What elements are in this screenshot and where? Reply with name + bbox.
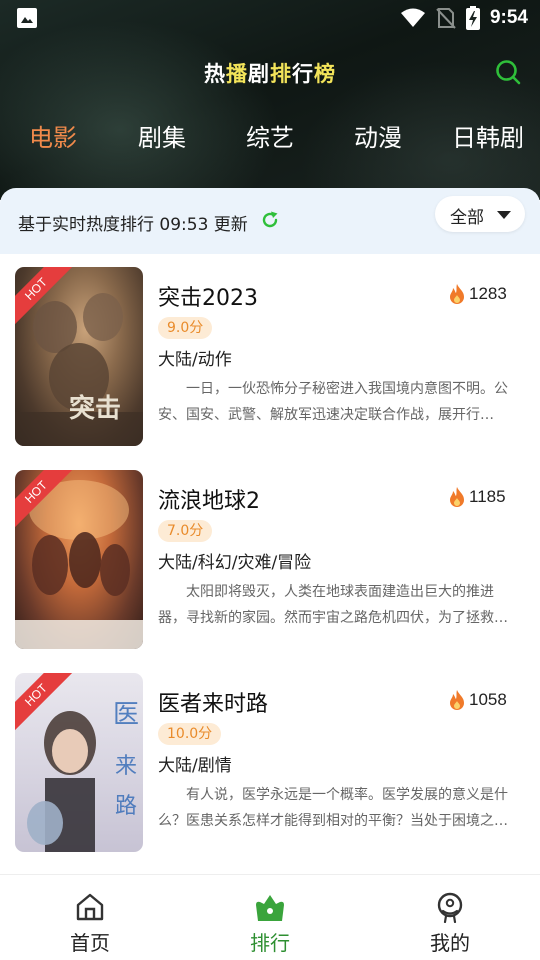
- movie-description: 太阳即将毁灭，人类在地球表面建造出巨大的推进器，寻找新的家园。然而宇宙之路危机四…: [158, 584, 508, 626]
- wifi-icon: [400, 8, 425, 27]
- search-icon[interactable]: [494, 58, 522, 86]
- no-sim-icon: [436, 8, 456, 29]
- bottom-navigation: 首页 排行 我的: [0, 874, 540, 960]
- heat-indicator: 1283: [448, 282, 507, 306]
- ranking-icon: [256, 895, 284, 921]
- tab-variety[interactable]: 综艺: [246, 118, 294, 153]
- heat-count: 1283: [469, 284, 507, 303]
- nav-ranking[interactable]: 排行: [210, 875, 330, 960]
- nav-profile[interactable]: 我的: [390, 875, 510, 960]
- filter-label: 全部: [450, 208, 484, 228]
- flame-icon: [450, 487, 464, 507]
- score-badge: 7.0分: [158, 520, 213, 542]
- page-title: 热播剧排行榜: [0, 58, 540, 88]
- status-bar: 9:54: [0, 0, 540, 36]
- poster-image: HOT: [15, 470, 143, 649]
- refresh-icon[interactable]: [260, 210, 280, 230]
- nav-label: 排行: [250, 931, 290, 955]
- svg-text:来: 来: [115, 754, 137, 779]
- svg-text:路: 路: [115, 794, 137, 819]
- tab-jk-drama[interactable]: 日韩剧: [452, 118, 524, 153]
- svg-text:医: 医: [113, 700, 139, 730]
- title-bar: 热播剧排行榜: [0, 52, 540, 92]
- status-time: 9:54: [489, 7, 528, 28]
- filter-dropdown[interactable]: 全部: [435, 196, 525, 232]
- genre-label: 大陆/科幻/灾难/冒险: [158, 553, 312, 573]
- list-item[interactable]: 突击 HOT 突击2023 1283 9.0分 大陆/动作 一日，一伙恐怖分子秘…: [0, 254, 540, 454]
- profile-icon: [437, 892, 463, 923]
- title-char: 排: [270, 62, 292, 86]
- list-item[interactable]: 医 来 路 HOT 医者来时路 1058 10.0分 大陆/剧情 有人说，医学永…: [0, 660, 540, 860]
- title-char: 榜: [314, 62, 336, 86]
- score-badge: 9.0分: [158, 317, 213, 339]
- tab-anime[interactable]: 动漫: [354, 118, 402, 153]
- title-char: 播: [226, 62, 248, 86]
- nav-label: 我的: [430, 931, 470, 955]
- poster-image: 突击 HOT: [15, 267, 143, 446]
- movie-title[interactable]: 流浪地球2: [158, 483, 260, 515]
- gallery-icon: [17, 8, 37, 28]
- nav-label: 首页: [70, 931, 110, 955]
- heat-count: 1058: [469, 690, 507, 709]
- score-badge: 10.0分: [158, 723, 222, 745]
- heat-indicator: 1058: [448, 688, 507, 712]
- battery-charging-icon: [465, 6, 480, 30]
- flame-icon: [450, 690, 464, 710]
- svg-text:突击: 突击: [69, 393, 121, 424]
- movie-title[interactable]: 医者来时路: [158, 686, 268, 718]
- flame-icon: [450, 284, 464, 304]
- title-char: 剧: [248, 62, 270, 86]
- update-info-text: 基于实时热度排行 09:53 更新: [18, 215, 248, 235]
- movie-title[interactable]: 突击2023: [158, 280, 258, 312]
- heat-indicator: 1185: [448, 485, 506, 509]
- movie-description: 有人说，医学永远是一个概率。医学发展的意义是什么？医患关系怎样才能得到相对的平衡…: [158, 787, 508, 829]
- genre-label: 大陆/剧情: [158, 756, 232, 776]
- tab-series[interactable]: 剧集: [138, 118, 186, 153]
- tab-movies[interactable]: 电影: [29, 118, 77, 153]
- title-char: 行: [292, 62, 314, 86]
- status-icons: 9:54: [400, 6, 528, 30]
- title-char: 热: [204, 62, 226, 86]
- home-icon: [76, 893, 104, 921]
- ranking-list: 突击 HOT 突击2023 1283 9.0分 大陆/动作 一日，一伙恐怖分子秘…: [0, 254, 540, 874]
- caret-down-icon: [497, 211, 511, 219]
- movie-description: 一日，一伙恐怖分子秘密进入我国境内意图不明。公安、国安、武警、解放军迅速决定联合…: [158, 381, 508, 423]
- genre-label: 大陆/动作: [158, 350, 232, 370]
- category-tabs: 电影 剧集 综艺 动漫 日韩剧: [0, 118, 540, 162]
- list-item[interactable]: HOT 流浪地球2 1185 7.0分 大陆/科幻/灾难/冒险 太阳即将毁灭，人…: [0, 457, 540, 657]
- heat-count: 1185: [469, 487, 506, 506]
- poster-image: 医 来 路 HOT: [15, 673, 143, 852]
- ranking-info-bar: 基于实时热度排行 09:53 更新 全部: [0, 188, 540, 254]
- nav-home[interactable]: 首页: [30, 875, 150, 960]
